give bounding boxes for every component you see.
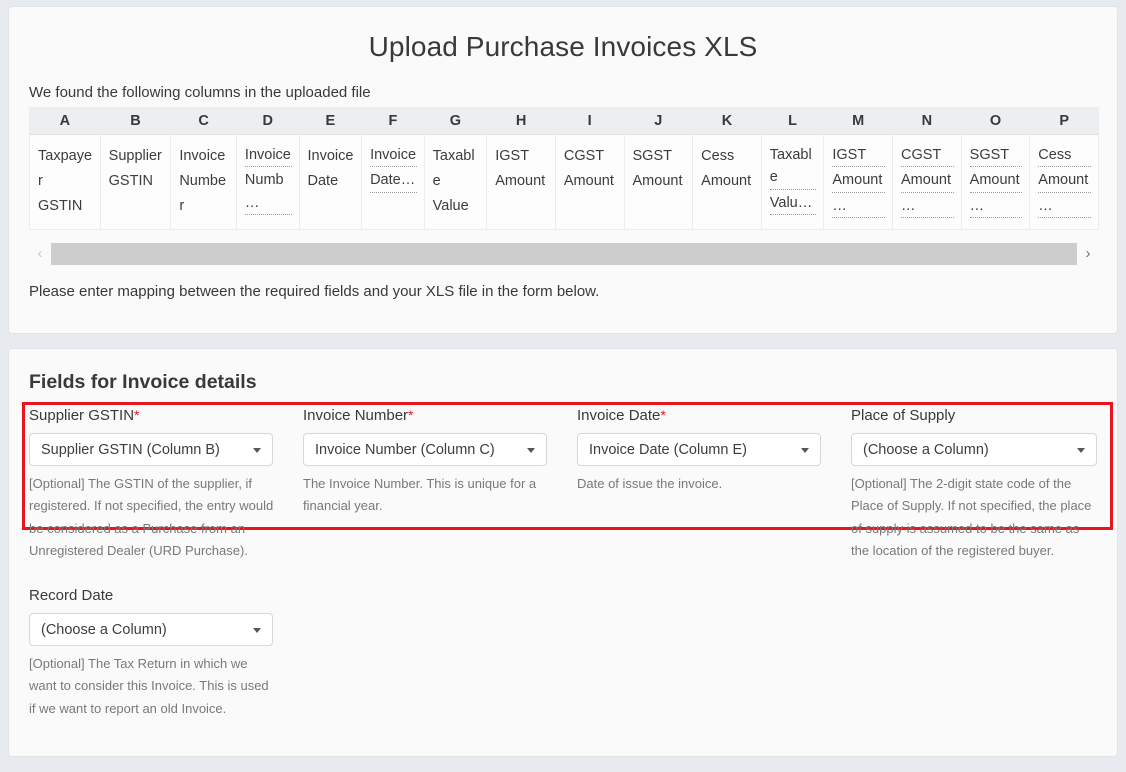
column-name-p: Cess Amount… — [1029, 134, 1099, 231]
column-letter-c: C — [170, 107, 237, 135]
invoice-number-label: Invoice Number* — [303, 407, 414, 424]
record-date-select[interactable]: (Choose a Column) — [29, 613, 273, 646]
upload-columns-card: Upload Purchase Invoices XLS We found th… — [8, 6, 1118, 334]
place-of-supply-help-text: [Optional] The 2-digit state code of the… — [851, 476, 1092, 559]
column-letter-n: N — [892, 107, 962, 135]
record-date-label: Record Date — [29, 587, 114, 604]
column-letter-a: A — [29, 107, 101, 135]
column-name-m: IGST Amount… — [823, 134, 894, 231]
chevron-down-icon — [527, 447, 535, 453]
scrollbar-track[interactable] — [51, 243, 1077, 265]
column-letter-j: J — [623, 107, 694, 135]
column-name-d: Invoice Numb… — [235, 134, 300, 231]
invoice-number-help-text: The Invoice Number. This is unique for a… — [303, 476, 537, 514]
field-supplier-gstin: Supplier GSTIN* Supplier GSTIN (Column B)… — [29, 407, 303, 563]
field-record-date: Record Date (Choose a Column) [Optional]… — [29, 587, 289, 720]
column-letter-e: E — [298, 107, 363, 135]
column-name-i: CGST Amount — [554, 134, 625, 231]
place-of-supply-label: Place of Supply — [851, 407, 956, 424]
chevron-down-icon — [1077, 447, 1085, 453]
section-title: Fields for Invoice details — [29, 371, 257, 393]
invoice-fields-card: Fields for Invoice details Supplier GSTI… — [8, 348, 1118, 757]
chevron-down-icon — [253, 447, 261, 453]
column-letter-d: D — [235, 107, 300, 135]
column-letter-k: K — [692, 107, 762, 135]
record-date-select-value: (Choose a Column) — [41, 621, 167, 638]
horizontal-scrollbar[interactable]: ‹ › — [29, 242, 1099, 266]
column-name-f: Invoice Date… — [361, 134, 425, 231]
page-title: Upload Purchase Invoices XLS — [368, 31, 758, 62]
required-marker: * — [134, 407, 140, 423]
invoice-date-select[interactable]: Invoice Date (Column E) — [577, 433, 821, 466]
required-marker: * — [408, 407, 414, 423]
column-name-a: Taxpayer GSTIN — [29, 134, 101, 231]
place-of-supply-select[interactable]: (Choose a Column) — [851, 433, 1097, 466]
column-letter-h: H — [486, 107, 556, 135]
field-grid: Supplier GSTIN* Supplier GSTIN (Column B)… — [29, 407, 1109, 563]
column-letter-f: F — [361, 107, 425, 135]
supplier-gstin-select[interactable]: Supplier GSTIN (Column B) — [29, 433, 273, 466]
column-name-b: Supplier GSTIN — [99, 134, 172, 231]
invoice-number-select-value: Invoice Number (Column C) — [315, 441, 495, 458]
column-name-n: CGST Amount… — [892, 134, 962, 231]
required-marker: * — [660, 407, 666, 423]
intro-text: We found the following columns in the up… — [29, 84, 371, 101]
mapping-instruction-text: Please enter mapping between the require… — [29, 283, 600, 300]
column-name-o: SGST Amount… — [960, 134, 1031, 231]
field-invoice-number: Invoice Number* Invoice Number (Column C)… — [303, 407, 577, 563]
field-place-of-supply: Place of Supply (Choose a Column) [Optiona… — [851, 407, 1109, 563]
invoice-date-help-text: Date of issue the invoice. — [577, 476, 723, 491]
columns-table: ABCDEFGHIJKLMNOP Taxpayer GSTIN Supplier GS… — [29, 107, 1099, 231]
chevron-down-icon — [253, 627, 261, 633]
column-name-g: Taxable Value — [423, 134, 488, 231]
supplier-gstin-select-value: Supplier GSTIN (Column B) — [41, 441, 220, 458]
record-date-help-text: [Optional] The Tax Return in which we wa… — [29, 656, 269, 716]
columns-table-wrapper[interactable]: ABCDEFGHIJKLMNOP Taxpayer GSTIN Supplier GS… — [29, 107, 1099, 231]
column-name-c: Invoice Number — [170, 134, 237, 231]
column-letter-m: M — [823, 107, 894, 135]
column-letter-g: G — [423, 107, 488, 135]
column-letter-l: L — [760, 107, 825, 135]
place-of-supply-select-value: (Choose a Column) — [863, 441, 989, 458]
column-letter-p: P — [1029, 107, 1099, 135]
column-name-h: IGST Amount — [486, 134, 556, 231]
page-root: Upload Purchase Invoices XLS We found th… — [0, 0, 1126, 772]
columns-header-row: ABCDEFGHIJKLMNOP — [29, 107, 1099, 135]
column-name-j: SGST Amount — [623, 134, 694, 231]
invoice-date-select-value: Invoice Date (Column E) — [589, 441, 747, 458]
invoice-number-select[interactable]: Invoice Number (Column C) — [303, 433, 547, 466]
invoice-date-label: Invoice Date* — [577, 407, 666, 424]
column-name-e: Invoice Date — [298, 134, 363, 231]
scroll-right-arrow-icon[interactable]: › — [1077, 242, 1099, 266]
supplier-gstin-help-text: [Optional] The GSTIN of the supplier, if… — [29, 476, 274, 559]
chevron-down-icon — [801, 447, 809, 453]
supplier-gstin-label: Supplier GSTIN* — [29, 407, 140, 424]
column-name-l: Taxable Valu… — [760, 134, 825, 231]
column-letter-b: B — [99, 107, 172, 135]
column-letter-i: I — [554, 107, 625, 135]
scroll-left-arrow-icon[interactable]: ‹ — [29, 242, 51, 266]
columns-value-row: Taxpayer GSTIN Supplier GSTIN Invoice Number I… — [29, 134, 1099, 231]
column-letter-o: O — [960, 107, 1031, 135]
column-name-k: Cess Amount — [692, 134, 762, 231]
field-invoice-date: Invoice Date* Invoice Date (Column E) Date… — [577, 407, 851, 563]
